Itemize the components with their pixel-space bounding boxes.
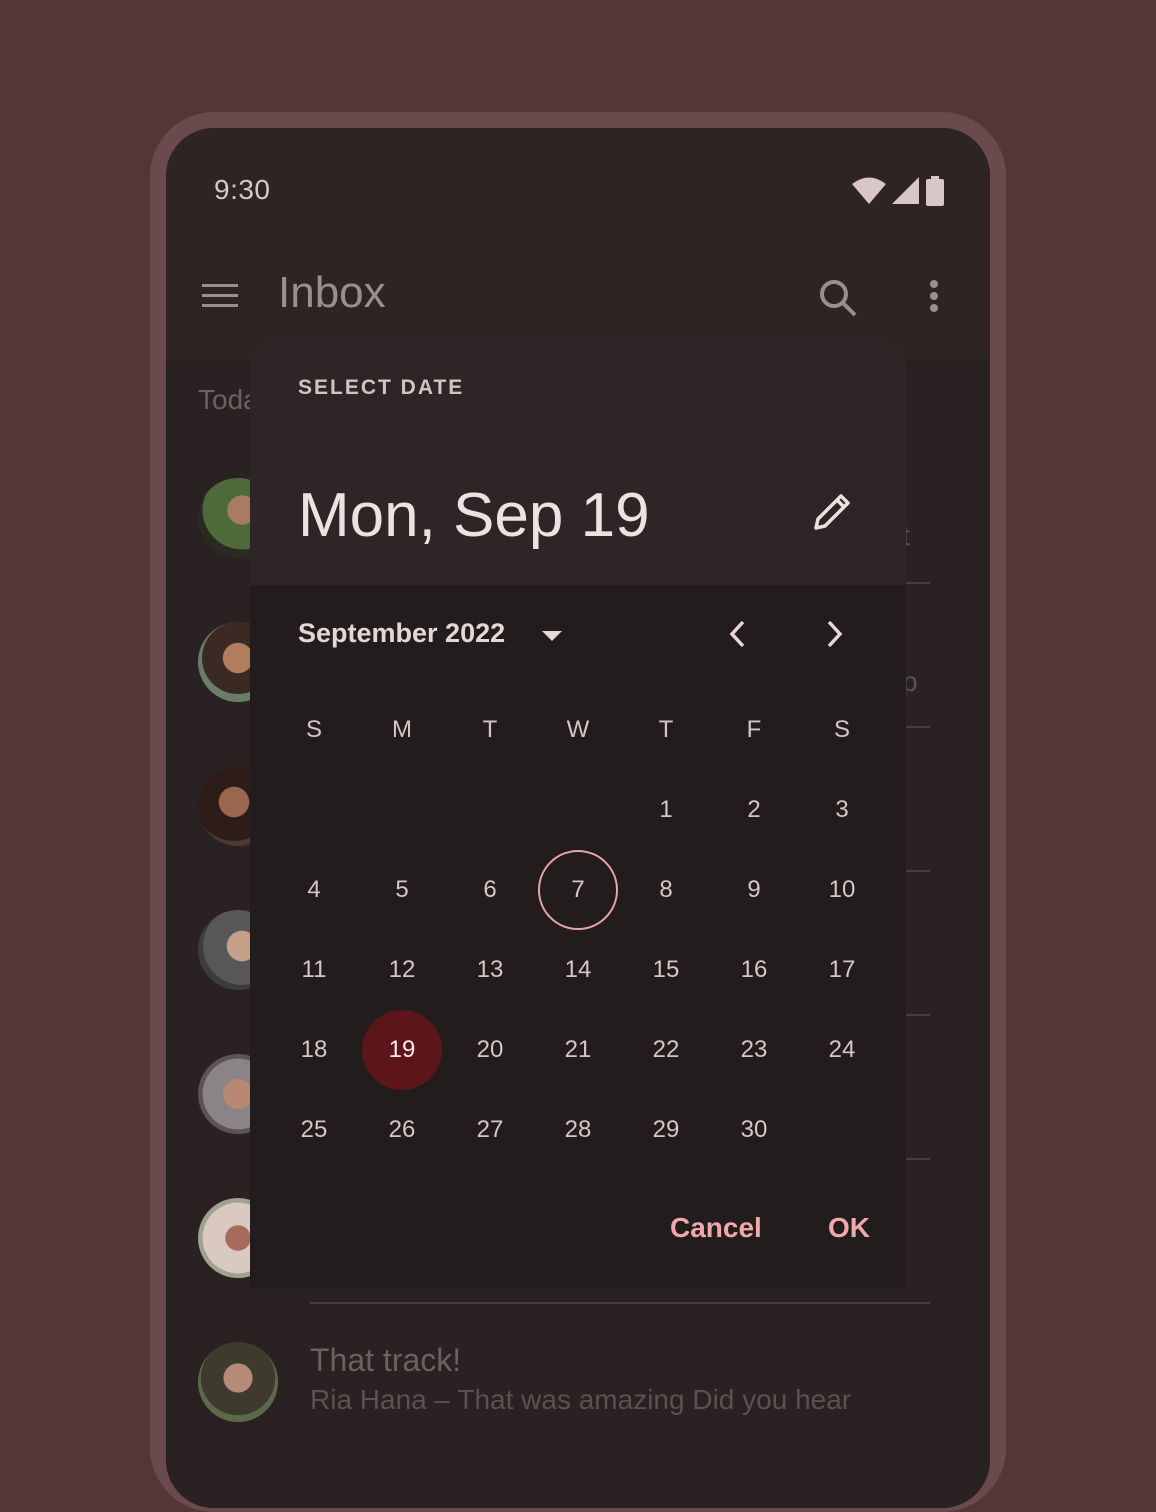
calendar-day[interactable]: 25 bbox=[274, 1090, 354, 1170]
status-icons bbox=[852, 176, 944, 206]
ok-button[interactable]: OK bbox=[828, 1212, 870, 1244]
app-title: Inbox bbox=[278, 268, 386, 317]
calendar-day[interactable]: 16 bbox=[714, 930, 794, 1010]
divider bbox=[906, 1014, 930, 1016]
weekday-label: W bbox=[566, 716, 590, 743]
search-icon[interactable] bbox=[818, 278, 858, 318]
selected-date-headline: Mon, Sep 19 bbox=[298, 481, 650, 550]
cancel-button[interactable]: Cancel bbox=[670, 1212, 762, 1244]
mail-subject[interactable]: That track! bbox=[310, 1342, 461, 1379]
calendar-day[interactable]: 11 bbox=[274, 930, 354, 1010]
calendar-day[interactable]: 5 bbox=[362, 850, 442, 930]
calendar-day[interactable]: 1 bbox=[626, 770, 706, 850]
battery-icon bbox=[926, 176, 944, 206]
chevron-right-icon[interactable] bbox=[820, 618, 848, 650]
calendar-day[interactable]: 6 bbox=[450, 850, 530, 930]
calendar-day[interactable]: 17 bbox=[802, 930, 882, 1010]
divider bbox=[906, 1158, 930, 1160]
status-bar: 9:30 bbox=[166, 128, 990, 248]
calendar-day[interactable]: 23 bbox=[714, 1010, 794, 1090]
dropdown-arrow-icon[interactable] bbox=[540, 624, 564, 648]
wifi-icon bbox=[852, 177, 886, 204]
calendar-day[interactable]: 22 bbox=[626, 1010, 706, 1090]
weekday-label: S bbox=[305, 716, 322, 743]
calendar-day[interactable]: 13 bbox=[450, 930, 530, 1010]
calendar-day[interactable]: 8 bbox=[626, 850, 706, 930]
date-picker-header: SELECT DATE Mon, Sep 19 bbox=[250, 338, 906, 585]
avatar[interactable] bbox=[198, 1342, 278, 1422]
status-time: 9:30 bbox=[214, 174, 271, 205]
weekday-label: T bbox=[482, 716, 498, 743]
weekday-label: S bbox=[833, 716, 850, 743]
calendar-day[interactable]: 26 bbox=[362, 1090, 442, 1170]
weekday-label: T bbox=[658, 716, 674, 743]
mail-preview: Ria Hana – That was amazing Did you hear bbox=[310, 1384, 852, 1415]
calendar-day[interactable]: 14 bbox=[538, 930, 618, 1010]
cellular-icon bbox=[892, 177, 919, 204]
date-picker-dialog: SELECT DATE Mon, Sep 19 September 2022 S… bbox=[250, 338, 906, 1288]
divider bbox=[906, 870, 930, 872]
calendar-day[interactable]: 4 bbox=[274, 850, 354, 930]
chevron-left-icon[interactable] bbox=[724, 618, 752, 650]
calendar-day[interactable]: 3 bbox=[802, 770, 882, 850]
calendar-day[interactable]: 20 bbox=[450, 1010, 530, 1090]
divider bbox=[906, 582, 930, 584]
calendar-day[interactable]: 2 bbox=[714, 770, 794, 850]
calendar-day[interactable]: 28 bbox=[538, 1090, 618, 1170]
edit-icon[interactable] bbox=[810, 490, 854, 534]
calendar-day[interactable]: 18 bbox=[274, 1010, 354, 1090]
calendar-day[interactable]: 30 bbox=[714, 1090, 794, 1170]
divider bbox=[310, 1302, 930, 1304]
calendar-day[interactable]: 15 bbox=[626, 930, 706, 1010]
calendar-day[interactable]: 9 bbox=[714, 850, 794, 930]
weekday-label: F bbox=[746, 716, 762, 743]
month-year-label[interactable]: September 2022 bbox=[298, 618, 505, 649]
calendar-day[interactable]: 10 bbox=[802, 850, 882, 930]
calendar-day-selected[interactable]: 19 bbox=[362, 1010, 442, 1090]
weekday-label: M bbox=[392, 716, 412, 743]
calendar-day-today[interactable]: 7 bbox=[538, 850, 618, 930]
calendar-day[interactable]: 27 bbox=[450, 1090, 530, 1170]
calendar-day[interactable]: 21 bbox=[538, 1010, 618, 1090]
menu-icon[interactable] bbox=[200, 280, 240, 310]
supporting-text: SELECT DATE bbox=[298, 376, 465, 399]
divider bbox=[906, 726, 930, 728]
calendar-day[interactable]: 29 bbox=[626, 1090, 706, 1170]
calendar-day[interactable]: 24 bbox=[802, 1010, 882, 1090]
more-vert-icon[interactable] bbox=[922, 278, 946, 318]
calendar-day[interactable]: 12 bbox=[362, 930, 442, 1010]
